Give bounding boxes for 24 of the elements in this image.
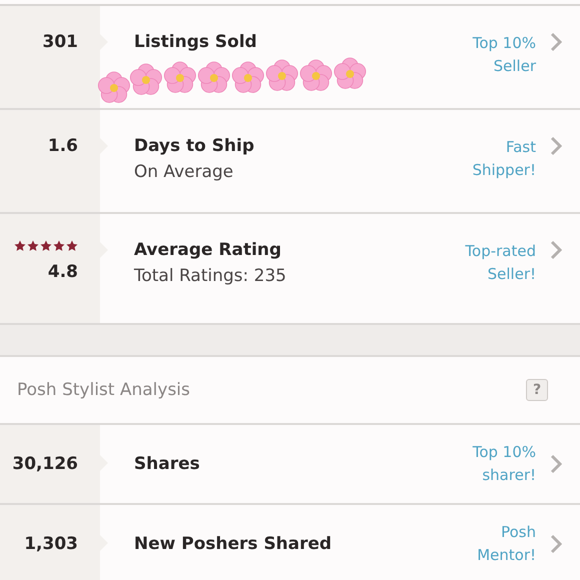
stat-subtitle: On Average [134, 162, 234, 182]
stat-title: Listings Sold [134, 32, 258, 52]
achievement-link[interactable]: Top 10% sharer! [472, 441, 536, 487]
stat-value: 301 [42, 32, 78, 52]
achievement-link[interactable]: Top-rated Seller! [465, 240, 536, 286]
chevron-right-icon[interactable] [550, 136, 562, 156]
stat-value: 4.8 [48, 262, 78, 282]
achievement-link[interactable]: Posh Mentor! [477, 521, 536, 567]
chevron-right-icon[interactable] [550, 534, 562, 554]
stat-title: New Poshers Shared [134, 534, 333, 554]
achievement-link[interactable]: Fast Shipper! [472, 136, 536, 182]
chevron-right-icon[interactable] [550, 240, 562, 260]
chevron-right-icon[interactable] [550, 454, 562, 474]
stat-subtitle: Total Ratings: 235 [134, 266, 288, 286]
stat-title: Shares [134, 454, 201, 474]
chevron-right-icon[interactable] [550, 32, 562, 52]
achievement-link[interactable]: Top 10% Seller [472, 32, 536, 78]
help-button[interactable]: ? [526, 379, 548, 401]
stat-title: Average Rating [134, 240, 282, 260]
stat-value: 1,303 [24, 534, 78, 554]
section-title: Posh Stylist Analysis [17, 380, 190, 400]
stat-value: 30,126 [12, 454, 78, 474]
stat-value: 1.6 [48, 136, 78, 156]
stat-title: Days to Ship [134, 136, 256, 156]
